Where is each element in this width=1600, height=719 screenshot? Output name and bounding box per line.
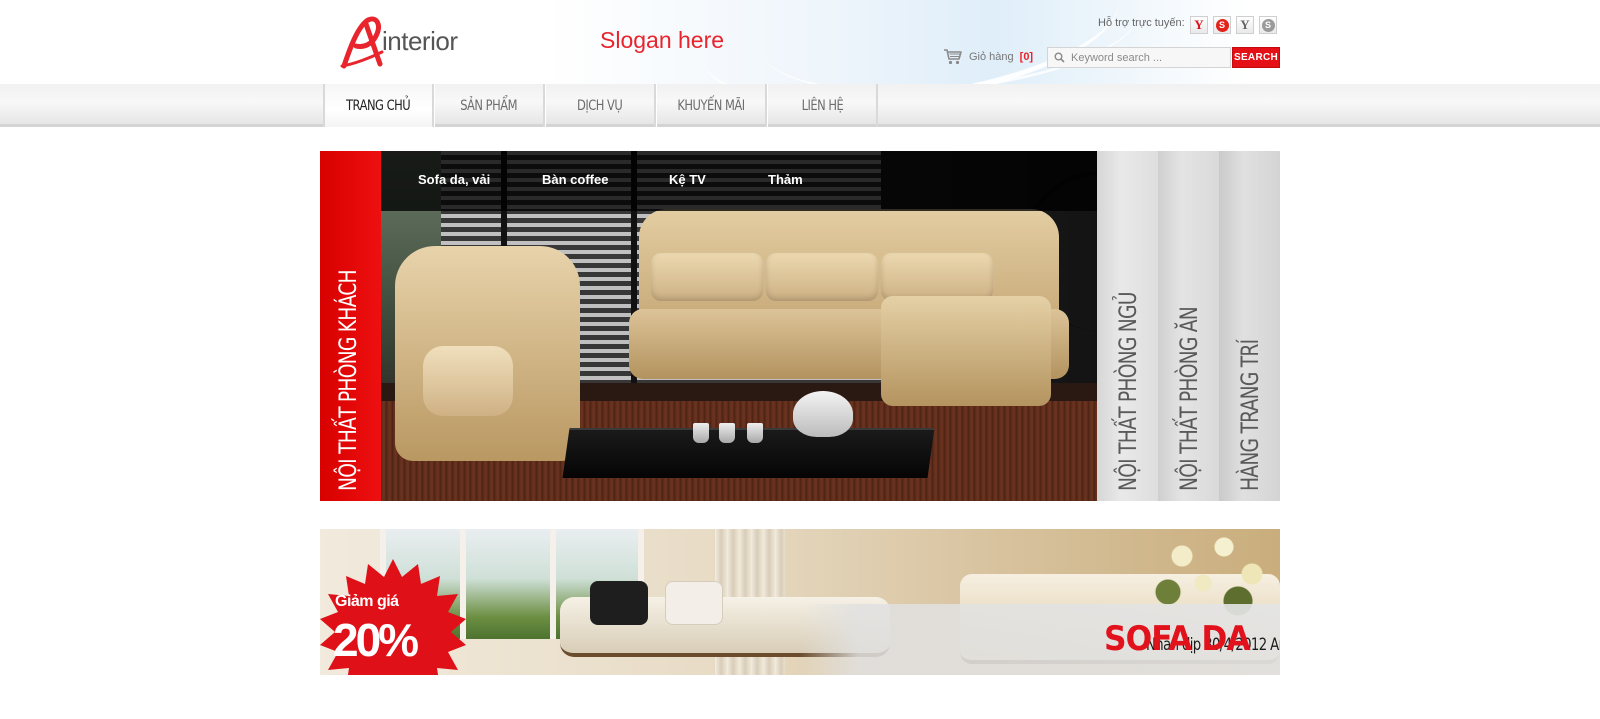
submenu-item-coffee-table[interactable]: Bàn coffee — [542, 172, 608, 187]
banner-pillow — [590, 581, 648, 625]
nav-item-label: TRANG CHỦ — [346, 97, 411, 114]
nav-item-label: DỊCH VỤ — [577, 97, 623, 114]
submenu-item-tv-stand[interactable]: Kệ TV — [669, 172, 706, 187]
slider-tab-label: HÀNG TRANG TRÍ — [1236, 339, 1264, 491]
slider-tab-decor[interactable]: HÀNG TRANG TRÍ — [1219, 151, 1280, 501]
category-slider: NỘI THẤT PHÒNG KHÁCH Sofa da, vải Bàn co… — [320, 151, 1280, 501]
photo-cup — [747, 423, 763, 443]
photo-cushion — [766, 253, 878, 301]
discount-label: Giảm giá — [335, 593, 399, 610]
photo-cushion — [651, 253, 763, 301]
search-box — [1047, 47, 1231, 68]
cart-label: Giỏ hàng — [969, 50, 1014, 63]
slider-tab-living-room[interactable]: NỘI THẤT PHÒNG KHÁCH — [320, 151, 381, 501]
slider-tab-bedroom[interactable]: NỘI THẤT PHÒNG NGỦ — [1097, 151, 1158, 501]
search-input[interactable] — [1071, 51, 1221, 64]
site-header — [0, 0, 1600, 84]
yahoo-icon[interactable]: Y — [1190, 16, 1208, 34]
slider-tab-label: NỘI THẤT PHÒNG NGỦ — [1114, 292, 1142, 491]
photo-cup — [719, 423, 735, 443]
promo-highlight: SOFA DA — [1104, 619, 1251, 659]
submenu-item-rug[interactable]: Thảm — [768, 172, 803, 187]
slider-tab-label: NỘI THẤT PHÒNG ĂN — [1175, 306, 1203, 491]
photo-teapot — [793, 391, 853, 437]
header-decoration — [754, 0, 1146, 84]
search-icon — [1054, 52, 1065, 63]
nav-item-label: KHUYẾN MÃI — [677, 97, 745, 114]
nav-item-promotions[interactable]: KHUYẾN MÃI — [656, 84, 767, 127]
logo-text: interior — [382, 26, 458, 56]
nav-item-label: LIÊN HỆ — [801, 97, 843, 114]
discount-value: 20% — [333, 614, 419, 666]
nav-item-products[interactable]: SẢN PHẨM — [434, 84, 545, 127]
nav-item-contact[interactable]: LIÊN HỆ — [767, 84, 878, 127]
nav-item-label: SẢN PHẨM — [460, 97, 518, 114]
submenu-item-sofa[interactable]: Sofa da, vải — [418, 172, 490, 187]
slider-tab-dining-room[interactable]: NỘI THẤT PHÒNG ĂN — [1158, 151, 1219, 501]
cart-count: [0] — [1019, 50, 1034, 63]
main-nav: TRANG CHỦ SẢN PHẨM DỊCH VỤ KHUYẾN MÃI LI… — [323, 84, 878, 127]
promo-banner[interactable]: Giảm giá 20% Nhân dịp 30/4/2012 An Phúc … — [320, 529, 1280, 675]
slider-submenu: Sofa da, vải Bàn coffee Kệ TV Thảm — [381, 151, 1158, 211]
photo-cushion — [423, 346, 513, 416]
skype-icon[interactable]: S — [1213, 16, 1231, 34]
search-button[interactable]: SEARCH — [1232, 47, 1280, 68]
shopping-cart[interactable]: Giỏ hàng [0] — [943, 48, 1033, 65]
photo-cushion — [881, 253, 993, 301]
photo-armchair — [395, 246, 580, 461]
slogan: Slogan here — [600, 27, 725, 53]
photo-chaise — [881, 296, 1051, 406]
yahoo-icon[interactable]: Y — [1236, 16, 1254, 34]
nav-item-services[interactable]: DỊCH VỤ — [545, 84, 656, 127]
skype-icon[interactable]: S — [1259, 16, 1277, 34]
cart-icon — [944, 49, 962, 65]
online-support-label: Hỗ trợ trực tuyến: — [1098, 17, 1185, 29]
banner-pillow — [665, 581, 723, 625]
slider-tab-label: NỘI THẤT PHÒNG KHÁCH — [334, 270, 362, 491]
banner-window-frame — [550, 529, 556, 639]
photo-cup — [693, 423, 709, 443]
support-icons: Y S Y S — [1190, 16, 1277, 34]
nav-item-home[interactable]: TRANG CHỦ — [323, 84, 434, 127]
